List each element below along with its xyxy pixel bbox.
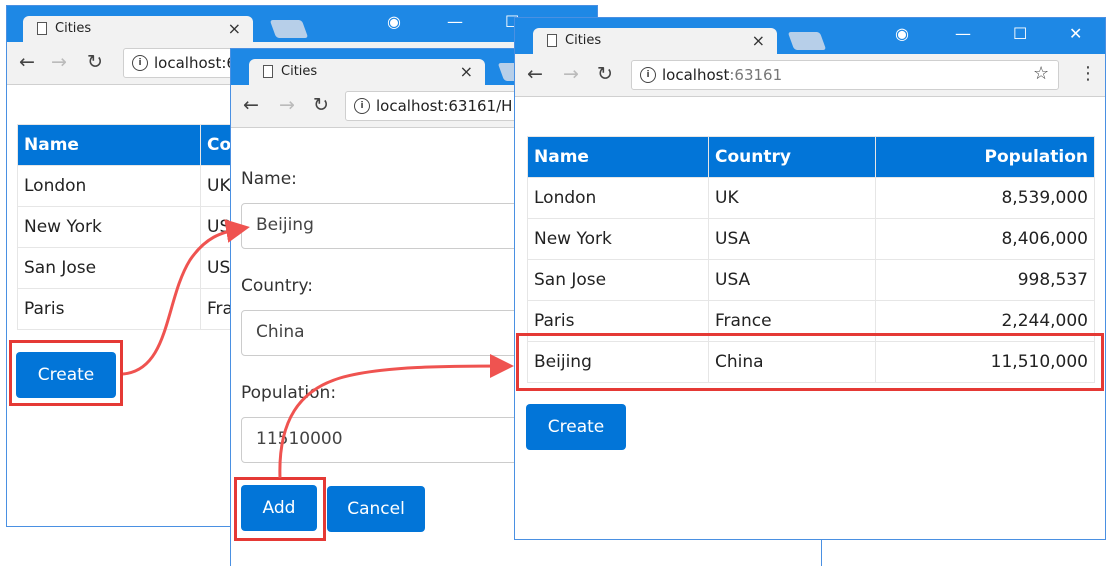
- cell-name: San Jose: [527, 259, 709, 301]
- country-input[interactable]: China: [241, 310, 541, 356]
- reload-icon[interactable]: ↻: [313, 94, 329, 116]
- cell-name: Paris: [17, 288, 201, 330]
- cancel-button[interactable]: Cancel: [327, 486, 425, 532]
- tab-close-icon[interactable]: ×: [752, 31, 765, 50]
- new-tab-button[interactable]: [787, 32, 827, 50]
- cell-population: 8,539,000: [875, 177, 1095, 219]
- account-icon[interactable]: ◉: [387, 12, 401, 31]
- header-population: Population: [875, 136, 1095, 178]
- url-text: localhost:63161/H: [376, 97, 513, 115]
- url-port: :63161: [729, 66, 783, 84]
- cell-name: London: [17, 165, 201, 207]
- cell-name: London: [527, 177, 709, 219]
- table-row: New York USA 8,406,000: [527, 218, 1095, 260]
- tab-cities[interactable]: Cities ×: [249, 59, 485, 85]
- cell-country: USA: [708, 259, 876, 301]
- table-row: London UK 8,539,000: [527, 177, 1095, 219]
- address-bar[interactable]: i localhost:63161: [631, 60, 1059, 90]
- minimize-icon[interactable]: —: [955, 24, 971, 43]
- info-icon[interactable]: i: [132, 55, 148, 71]
- population-input[interactable]: 11510000: [241, 417, 541, 463]
- back-arrow-icon[interactable]: ←: [243, 94, 259, 116]
- minimize-icon[interactable]: —: [447, 12, 463, 31]
- cell-country: USA: [708, 218, 876, 260]
- bookmark-star-icon[interactable]: ☆: [1033, 63, 1049, 84]
- create-button[interactable]: Create: [526, 404, 626, 450]
- name-label: Name:: [241, 169, 297, 189]
- new-tab-button[interactable]: [269, 20, 309, 38]
- name-input[interactable]: Beijing: [241, 203, 541, 249]
- header-country: Country: [708, 136, 876, 178]
- info-icon[interactable]: i: [354, 98, 370, 114]
- forward-arrow-icon[interactable]: →: [279, 94, 295, 116]
- highlight-new-row: [516, 333, 1104, 391]
- document-icon: [37, 22, 47, 35]
- document-icon: [547, 34, 557, 47]
- document-icon: [263, 65, 273, 78]
- cell-name: New York: [17, 206, 201, 248]
- title-bar: Cities × ◉ — ☐ ✕: [515, 18, 1105, 54]
- toolbar: ← → ↻ i localhost:63161 ☆ ⋮: [515, 54, 1105, 97]
- url-host: localhost: [662, 66, 730, 84]
- tab-cities[interactable]: Cities ×: [533, 28, 777, 54]
- forward-arrow-icon[interactable]: →: [51, 51, 67, 73]
- tab-close-icon[interactable]: ×: [460, 62, 473, 81]
- table-header-row: Name Country Population: [527, 136, 1095, 178]
- reload-icon[interactable]: ↻: [87, 51, 103, 73]
- cell-population: 998,537: [875, 259, 1095, 301]
- back-arrow-icon[interactable]: ←: [19, 51, 35, 73]
- account-icon[interactable]: ◉: [895, 24, 909, 43]
- kebab-menu-icon[interactable]: ⋮: [1079, 63, 1097, 84]
- header-name: Name: [17, 124, 201, 166]
- tab-title: Cities: [565, 33, 602, 48]
- title-bar: Cities × ◉ — ☐: [7, 6, 597, 42]
- cell-population: 8,406,000: [875, 218, 1095, 260]
- forward-arrow-icon[interactable]: →: [563, 63, 579, 85]
- tab-title: Cities: [55, 21, 92, 36]
- url-text: localhost:63161: [662, 66, 782, 84]
- tab-title: Cities: [281, 64, 318, 79]
- maximize-icon[interactable]: ☐: [1013, 24, 1027, 43]
- cell-country: UK: [708, 177, 876, 219]
- back-arrow-icon[interactable]: ←: [527, 63, 543, 85]
- highlight-add-button: [234, 477, 326, 541]
- tab-cities[interactable]: Cities ×: [23, 16, 253, 42]
- browser-window-updated-list: Cities × ◉ — ☐ ✕ ← → ↻ i localhost:63161…: [514, 17, 1106, 540]
- table-row: San Jose USA 998,537: [527, 259, 1095, 301]
- header-name: Name: [527, 136, 709, 178]
- info-icon[interactable]: i: [640, 67, 656, 83]
- cell-name: New York: [527, 218, 709, 260]
- url-text: localhost:6: [154, 54, 236, 72]
- reload-icon[interactable]: ↻: [597, 63, 613, 85]
- population-label: Population:: [241, 383, 337, 403]
- highlight-create-button: [9, 340, 123, 406]
- close-icon[interactable]: ✕: [1069, 24, 1082, 43]
- cell-name: San Jose: [17, 247, 201, 289]
- country-label: Country:: [241, 276, 314, 296]
- tab-close-icon[interactable]: ×: [228, 19, 241, 38]
